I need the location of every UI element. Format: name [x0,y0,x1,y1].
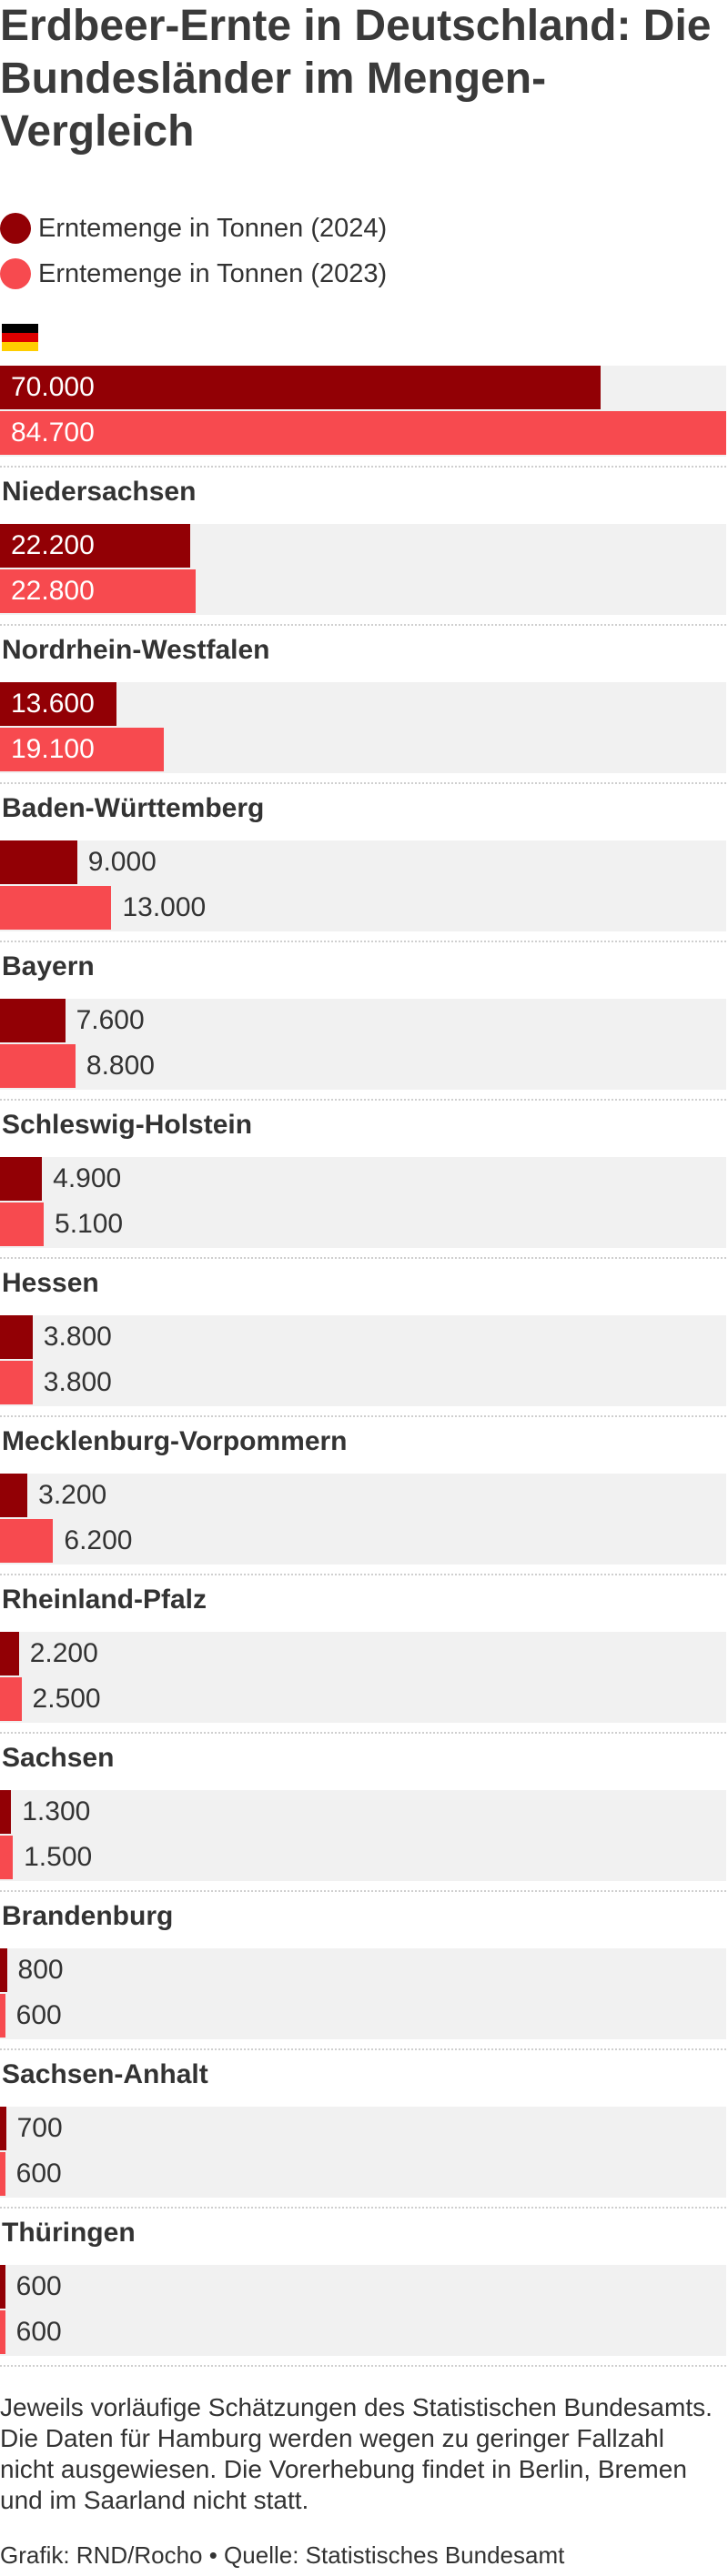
bar-rheinland-pfalz-2024 [0,1632,19,1675]
value-label-hessen-2024: 3.800 [43,1322,112,1352]
value-label-rheinland-pfalz-2024: 2.200 [29,1638,98,1668]
bar-track-sachsen-anhalt [0,2107,726,2198]
value-label-sachsen-2024: 1.300 [22,1796,91,1826]
group-label-schleswig-holstein: Schleswig-Holstein [2,1110,253,1140]
value-label-brandenburg-2023: 600 [15,2000,62,2030]
value-label-niedersachsen-2024: 22.200 [11,530,95,560]
bar-schleswig-holstein-2023 [0,1202,45,1246]
footnote: Jeweils vorläufige Schätzungen des Stati… [0,2393,713,2514]
value-label-baden-württemberg-2023: 13.000 [122,892,207,922]
value-label-bayern-2023: 8.800 [86,1051,155,1081]
group-label-niedersachsen: Niedersachsen [2,477,197,507]
bar-deutschland-2023 [0,411,726,455]
chart: Erdbeer-Ernte in Deutschland: Die Bundes… [0,0,728,2576]
chart-title: Erdbeer-Ernte in Deutschland: Die Bundes… [0,2,712,156]
value-label-bayern-2024: 7.600 [76,1005,145,1035]
bar-bayern-2023 [0,1044,76,1088]
group-separator [0,1574,726,1575]
bar-sachsen-2023 [0,1836,14,1879]
legend-item-2024: Erntemenge in Tonnen (2024) [0,206,387,251]
group-separator [0,1099,726,1101]
group-separator [0,2365,726,2367]
group-separator [0,2207,726,2209]
value-label-nordrhein-westfalen-2024: 13.600 [11,689,95,719]
value-label-deutschland-2023: 84.700 [11,418,95,448]
value-label-thüringen-2024: 600 [15,2271,62,2301]
bar-track-thüringen [0,2265,726,2356]
value-label-niedersachsen-2023: 22.800 [11,576,95,606]
group-separator [0,1257,726,1259]
bar-rheinland-pfalz-2023 [0,1677,22,1721]
legend-label-2024: Erntemenge in Tonnen (2024) [38,213,388,243]
bar-track-sachsen [0,1790,726,1881]
group-label-bayern: Bayern [2,951,95,981]
value-label-rheinland-pfalz-2023: 2.500 [32,1684,101,1714]
group-separator [0,624,726,626]
group-label-brandenburg: Brandenburg [2,1901,174,1931]
value-label-mecklenburg-vorpommern-2023: 6.200 [64,1525,133,1555]
group-separator [0,2048,726,2050]
value-label-brandenburg-2024: 800 [17,1955,64,1985]
value-label-hessen-2023: 3.800 [43,1367,112,1397]
value-label-baden-württemberg-2024: 9.000 [87,847,157,877]
bar-thüringen-2024 [0,2265,5,2309]
group-label-hessen: Hessen [2,1268,99,1298]
bar-mecklenburg-vorpommern-2023 [0,1519,54,1563]
legend-swatch-2023 [0,258,31,289]
bar-track-brandenburg [0,1948,726,2039]
group-separator [0,1415,726,1417]
bar-sachsen-anhalt-2023 [0,2152,5,2196]
value-label-schleswig-holstein-2024: 4.900 [53,1163,122,1193]
group-label-sachsen-anhalt: Sachsen-Anhalt [2,2059,208,2089]
value-label-thüringen-2023: 600 [15,2317,62,2347]
group-separator [0,941,726,942]
legend: Erntemenge in Tonnen (2024) Erntemenge i… [0,206,387,297]
bar-schleswig-holstein-2024 [0,1157,43,1201]
group-label-sachsen: Sachsen [2,1743,115,1773]
bar-track-rheinland-pfalz [0,1632,726,1723]
bar-baden-württemberg-2024 [0,840,77,884]
bar-bayern-2024 [0,999,66,1042]
bar-brandenburg-2023 [0,1994,5,2038]
value-label-deutschland-2024: 70.000 [11,372,95,402]
value-label-sachsen-anhalt-2023: 600 [15,2158,62,2189]
bar-sachsen-anhalt-2024 [0,2107,6,2150]
value-label-schleswig-holstein-2023: 5.100 [55,1209,124,1239]
legend-swatch-2024 [0,213,31,244]
bar-mecklenburg-vorpommern-2024 [0,1474,28,1517]
bar-baden-württemberg-2023 [0,886,112,930]
group-separator [0,466,726,468]
bar-hessen-2024 [0,1315,33,1359]
legend-item-2023: Erntemenge in Tonnen (2023) [0,251,387,297]
bar-hessen-2023 [0,1361,33,1404]
group-label-rheinland-pfalz: Rheinland-Pfalz [2,1585,207,1615]
value-label-sachsen-2023: 1.500 [24,1842,93,1872]
value-label-nordrhein-westfalen-2023: 19.100 [11,734,95,764]
bar-brandenburg-2024 [0,1948,7,1992]
value-label-sachsen-anhalt-2024: 700 [16,2113,63,2143]
group-label-baden-württemberg: Baden-Württemberg [2,793,265,823]
bar-sachsen-2024 [0,1790,12,1834]
group-separator [0,782,726,784]
group-separator [0,1732,726,1734]
group-label-thüringen: Thüringen [2,2218,136,2248]
group-separator [0,1890,726,1892]
bar-thüringen-2023 [0,2310,5,2354]
group-label-mecklenburg-vorpommern: Mecklenburg-Vorpommern [2,1426,348,1456]
legend-label-2023: Erntemenge in Tonnen (2023) [38,258,388,288]
source-credit: Grafik: RND/Rocho • Quelle: Statistische… [0,2541,565,2569]
germany-flag-icon [2,324,38,351]
group-label-nordrhein-westfalen: Nordrhein-Westfalen [2,635,270,665]
value-label-mecklenburg-vorpommern-2024: 3.200 [38,1480,107,1510]
